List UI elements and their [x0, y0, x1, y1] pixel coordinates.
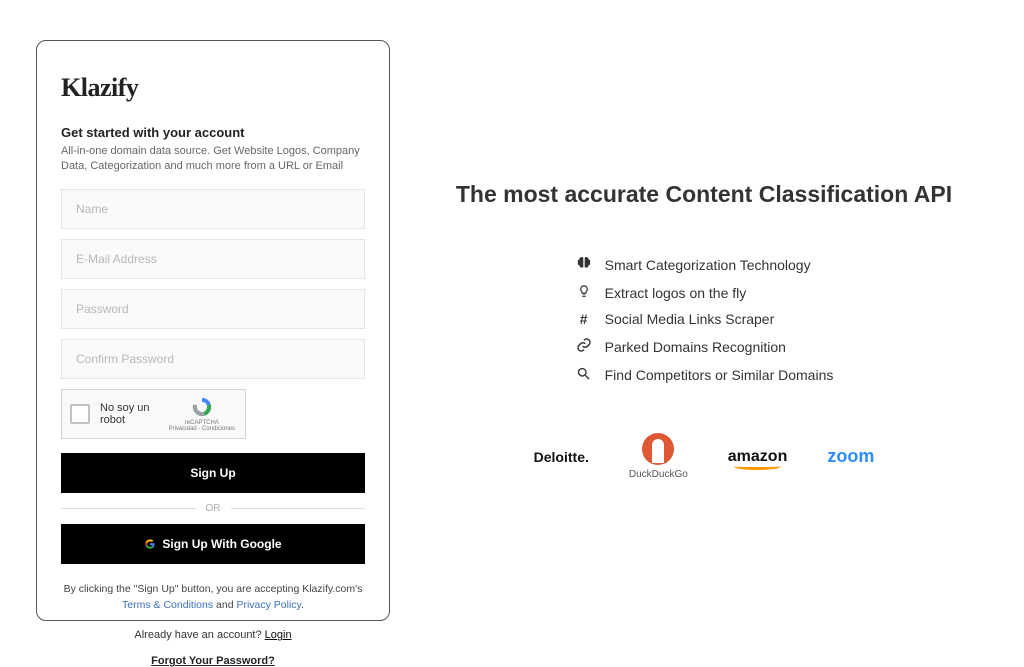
hero-title: The most accurate Content Classification… — [456, 181, 952, 208]
recaptcha-icon — [191, 396, 213, 418]
feature-label: Smart Categorization Technology — [605, 257, 811, 273]
legal-text: By clicking the "Sign Up" button, you ar… — [61, 582, 365, 614]
signup-headline: Get started with your account — [61, 125, 365, 140]
feature-item: Smart Categorization Technology — [575, 250, 834, 279]
search-icon — [575, 366, 593, 384]
recaptcha-badge: reCAPTCHA Privacidad - Condiciones — [169, 396, 235, 432]
feature-item: # Social Media Links Scraper — [575, 306, 834, 332]
brand-logo: Klazify — [61, 73, 365, 103]
google-sign-up-label: Sign Up With Google — [162, 537, 281, 551]
terms-link[interactable]: Terms & Conditions — [122, 599, 213, 611]
or-label: OR — [206, 503, 221, 514]
zoom-logo: zoom — [827, 446, 874, 467]
deloitte-logo: Deloitte. — [534, 449, 589, 465]
customer-logos: Deloitte. DuckDuckGo amazon zoom — [534, 433, 875, 480]
duckduckgo-icon — [642, 433, 674, 465]
sign-up-button-label: Sign Up — [190, 466, 235, 480]
signup-card: Klazify Get started with your account Al… — [36, 40, 390, 621]
recaptcha-label: No soy un robot — [100, 402, 169, 426]
link-icon — [575, 337, 593, 356]
feature-item: Parked Domains Recognition — [575, 332, 834, 361]
privacy-link[interactable]: Privacy Policy — [236, 599, 301, 611]
email-input[interactable] — [61, 239, 365, 279]
recaptcha-widget[interactable]: No soy un robot reCAPTCHA Privacidad - C… — [61, 389, 246, 439]
amazon-logo: amazon — [728, 448, 788, 466]
signup-subtext: All-in-one domain data source. Get Websi… — [61, 144, 365, 175]
feature-label: Find Competitors or Similar Domains — [605, 367, 834, 383]
name-input[interactable] — [61, 189, 365, 229]
google-sign-up-button[interactable]: Sign Up With Google — [61, 524, 365, 564]
login-link[interactable]: Login — [265, 629, 292, 641]
feature-list: Smart Categorization Technology Extract … — [575, 250, 834, 389]
marketing-panel: The most accurate Content Classification… — [420, 40, 988, 621]
confirm-password-input[interactable] — [61, 339, 365, 379]
password-input[interactable] — [61, 289, 365, 329]
sign-up-button[interactable]: Sign Up — [61, 453, 365, 493]
feature-item: Find Competitors or Similar Domains — [575, 361, 834, 389]
brain-icon — [575, 255, 593, 274]
google-icon — [144, 538, 156, 550]
feature-label: Extract logos on the fly — [605, 285, 747, 301]
feature-item: Extract logos on the fly — [575, 279, 834, 306]
duckduckgo-logo: DuckDuckGo — [629, 433, 688, 480]
recaptcha-checkbox[interactable] — [70, 404, 90, 424]
bulb-icon — [575, 284, 593, 301]
hash-icon: # — [575, 311, 593, 327]
forgot-password-link[interactable]: Forgot Your Password? — [61, 655, 365, 667]
already-have-account: Already have an account? Login — [61, 629, 365, 641]
feature-label: Social Media Links Scraper — [605, 311, 775, 327]
feature-label: Parked Domains Recognition — [605, 339, 786, 355]
or-divider: OR — [61, 503, 365, 514]
